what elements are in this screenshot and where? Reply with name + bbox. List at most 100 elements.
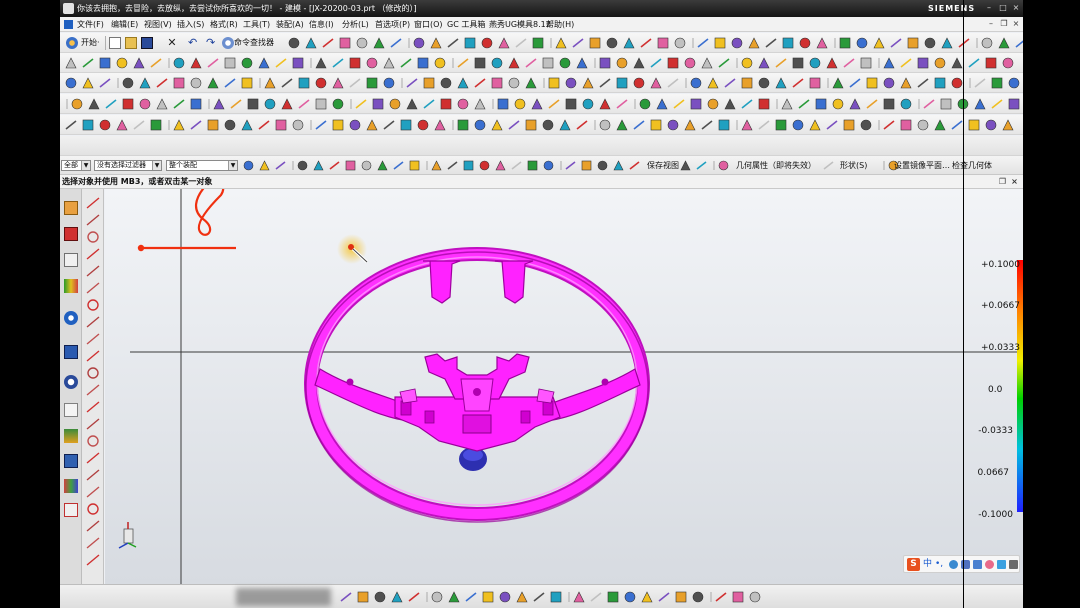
scale-label-zero: 0.0 [988,385,1003,395]
menu-file[interactable]: 文件(F) [77,17,104,32]
save-view-button[interactable]: 保存视图 [647,156,679,175]
app-icon [63,3,74,14]
clock-icon[interactable] [64,375,78,389]
grid-menu-icon[interactable] [1009,560,1018,569]
vertical-tool-icon [87,299,99,311]
toolbar-tool-icon [389,98,401,110]
toolbar-tool-icon [792,119,804,131]
doc-minimize-icon[interactable]: – [986,19,996,29]
constraint-navigator-icon[interactable] [64,227,78,241]
menu-information[interactable]: 信息(I) [309,17,334,32]
toolbar-tool-icon [758,77,770,89]
doc-close-icon[interactable]: × [1011,19,1021,29]
minimize-icon[interactable]: – [984,3,994,13]
web-browser-icon[interactable] [64,311,78,325]
assembly-navigator-icon[interactable] [64,201,78,215]
menu-preferences[interactable]: 首选项(P) [375,17,410,32]
menu-tools[interactable]: 工具(T) [243,17,270,32]
toolbar-tool-icon [431,591,443,603]
model-canvas[interactable] [105,189,1023,584]
restore-icon[interactable]: ❐ [998,177,1007,186]
toolbar-tool-icon [985,57,997,69]
menu-insert[interactable]: 插入(S) [177,17,204,32]
toolbar-tool-icon [991,99,1003,109]
keyboard-icon[interactable] [973,560,982,569]
process-studio-icon[interactable] [64,429,78,443]
toolbar-tool-icon [258,120,270,130]
menu-help[interactable]: 帮助(H) [546,17,574,32]
toolbar-tool-icon [464,37,476,49]
nx-menu-icon[interactable] [64,20,73,29]
skin-icon[interactable] [985,560,994,569]
toolbar-tool-icon [116,57,128,69]
toolbar-tool-icon [856,37,868,49]
toolbar-tool-icon [474,57,486,69]
steering-wheel-model[interactable] [304,247,650,523]
close-icon[interactable]: × [1010,177,1019,186]
toolbar-tool-icon [264,98,276,110]
toolbar-tool-icon [329,161,340,170]
toolbar-tool-icon [667,119,679,131]
vertical-tool-icon [86,520,100,532]
window-edge [963,0,964,608]
mold-toolbar-icons[interactable] [60,94,1023,114]
toolbar-tool-icon [934,77,946,89]
system-materials-icon[interactable] [64,403,78,417]
vertical-tool-icon [86,248,100,260]
geometry-properties-button[interactable]: 几何属性（即将失效） [736,156,816,175]
mirror-plane-button[interactable]: 设置镜像平面… [894,156,950,175]
toolbar-tool-icon [339,37,351,49]
feature-toolbar-icons[interactable] [60,53,1023,73]
toolbar-tool-icon [991,77,1003,89]
smiley-icon[interactable] [949,560,958,569]
menu-gc-toolbox[interactable]: GC 工具箱 [447,17,485,32]
menu-window[interactable]: 窗口(O) [414,17,443,32]
menu-format[interactable]: 格式(R) [210,17,238,32]
toolbar-tool-icon [434,119,446,131]
toolbar-tool-icon [707,77,719,89]
close-icon[interactable]: × [1011,3,1021,13]
history-icon[interactable] [64,345,78,359]
roles-icon[interactable] [64,479,78,493]
ime-status-bar[interactable]: S 中 •, [903,555,1020,573]
ime-punctuation[interactable]: •, [935,557,943,572]
menu-edit[interactable]: 编辑(E) [111,17,138,32]
toolbar-tool-icon [765,38,777,48]
graphics-window[interactable]: +0.1000 +0.0667 +0.0333 0.0 -0.0333 0.06… [105,189,1023,584]
toolbar-tool-icon [656,98,668,110]
toolbar-tool-icon [457,58,469,68]
snap-point-icons[interactable] [60,156,1023,175]
system-scenes-icon[interactable] [64,503,78,517]
vertical-tool-icon [86,316,100,328]
vertical-tool-icon [87,503,99,515]
toolbar-tool-icon [775,119,787,131]
maximize-icon[interactable]: □ [998,3,1008,13]
toolbar-tool-icon [275,161,286,170]
manufacturing-wizard-icon[interactable] [64,454,78,468]
shape-button[interactable]: 形状(S) [840,156,867,175]
toolbar-tool-icon [373,37,385,49]
part-navigator-icon[interactable] [64,253,78,267]
check-geometry-button[interactable]: 检查几何体 [952,156,992,175]
sketch-curve-icons[interactable] [60,585,1023,608]
reuse-library-icon[interactable] [64,279,78,293]
menu-view[interactable]: 视图(V) [144,17,172,32]
toolbar-tool-icon [173,99,185,109]
toolbar-tool-icon [515,38,527,48]
menu-yanxiu-mold[interactable]: 燕秀UG模具8.12 [489,17,551,32]
ime-mode[interactable]: 中 [923,557,932,572]
menu-assembly[interactable]: 装配(A) [276,17,304,32]
toolbar-tool-icon [599,78,611,88]
toolbar-tool-icon [968,119,980,131]
curve-toolbar-icons[interactable] [60,73,1023,93]
vertical-toolbar-icons[interactable] [82,189,104,584]
standard-toolbar-icons[interactable] [60,33,1023,53]
edit-toolbar-icons[interactable] [60,115,1023,135]
toolbar-tool-icon [82,119,94,131]
menu-analysis[interactable]: 分析(L) [342,17,369,32]
doc-restore-icon[interactable]: ❐ [999,19,1009,29]
vertical-tool-icon [86,333,100,345]
shirt-icon[interactable] [997,560,1006,569]
toolbar-tool-icon [1002,57,1014,69]
toolbar-tool-icon [408,592,420,602]
